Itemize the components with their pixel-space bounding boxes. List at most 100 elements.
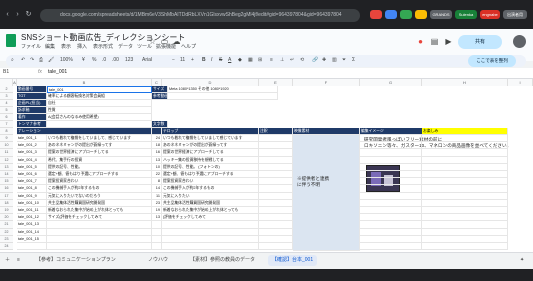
cell-char-count[interactable] <box>152 243 162 251</box>
cell-narration[interactable] <box>47 243 152 251</box>
cell-telop[interactable]: 選定+額、値もはり予選にアプローチする <box>162 171 259 179</box>
cell-notes[interactable] <box>259 171 293 179</box>
cell-telop[interactable] <box>162 243 259 251</box>
cell-telop[interactable]: この機械手入が約2年するもの <box>162 185 259 193</box>
row-header[interactable]: 21 <box>0 221 13 229</box>
row-header[interactable]: 5 <box>0 107 13 114</box>
formula-input[interactable]: tale_001 <box>48 69 67 75</box>
row-header[interactable]: 9 <box>0 135 13 143</box>
cell-shot-id[interactable]: tale_001_8 <box>17 185 47 193</box>
cell-notes[interactable] <box>259 243 293 251</box>
fill-color-icon[interactable]: ◆ <box>238 57 242 63</box>
cell-memo[interactable] <box>422 135 508 143</box>
info-value[interactable]: 自社 <box>47 100 152 107</box>
cell-char-count[interactable]: 14 <box>152 185 162 193</box>
cell-telop[interactable]: 提案投資家合わい <box>162 178 259 186</box>
column-header-b[interactable]: B <box>17 79 152 86</box>
cell-narration[interactable]: 希代、集手行の投資 <box>47 156 152 164</box>
info-value[interactable]: 性質 <box>47 107 152 114</box>
currency-icon[interactable]: ¥ <box>82 57 85 63</box>
cell-char-count[interactable]: 13 <box>152 156 162 164</box>
cell-notes[interactable] <box>259 207 293 215</box>
cell-telop[interactable]: いつも着れて複雑をしていまして感じています <box>162 135 259 143</box>
cell-char-count[interactable]: 18 <box>152 142 162 150</box>
all-sheets-icon[interactable]: ≡ <box>17 255 20 266</box>
cell-telop[interactable]: 新着なおられた集中が始め上がれ体とっても <box>162 207 259 215</box>
forward-icon[interactable]: › <box>14 11 21 18</box>
cell-telop[interactable] <box>162 235 259 243</box>
cell-char-count[interactable] <box>152 235 162 243</box>
cell-edit[interactable] <box>360 199 422 207</box>
share-button[interactable]: 共有 <box>458 35 502 49</box>
cell-shot-id[interactable]: tale_001_13 <box>17 221 47 229</box>
filter-icon[interactable]: ⏷ <box>342 57 346 63</box>
cell-char-count[interactable]: 19 <box>152 207 162 215</box>
valign-icon[interactable]: ⊥ <box>280 57 284 63</box>
extension-engnabe[interactable]: engnabe <box>480 10 500 19</box>
cell-notes[interactable] <box>259 228 293 236</box>
print-icon[interactable]: ⎙ <box>39 57 43 63</box>
cell-shot-id[interactable]: tale_001_3 <box>17 149 47 157</box>
cell-edit[interactable] <box>360 171 422 179</box>
cell-memo[interactable] <box>422 207 508 215</box>
info-value[interactable] <box>47 121 152 128</box>
cell-memo[interactable] <box>422 228 508 236</box>
menu-tools[interactable]: ツール <box>137 43 152 50</box>
chart-icon[interactable]: ▥ <box>332 57 337 63</box>
cell-narration[interactable]: 新着なおられた集中が始め上がれ体とっても <box>47 207 152 215</box>
cell-edit[interactable] <box>360 221 422 229</box>
cell-edit[interactable] <box>360 163 422 171</box>
row-header[interactable]: 10 <box>0 142 13 150</box>
name-box[interactable]: B1 <box>3 69 9 75</box>
cell-notes[interactable] <box>259 199 293 207</box>
info-side-value[interactable]: Meta 1080*1350 その他 1080*1920 <box>168 86 278 93</box>
paint-format-icon[interactable]: 🖌 <box>48 57 54 63</box>
cell-narration[interactable]: 共主品集体活性購買国研究開発国 <box>47 199 152 207</box>
cell-memo[interactable] <box>422 185 508 193</box>
cell-memo[interactable] <box>422 142 508 150</box>
cell-shot-id[interactable]: tale_001_2 <box>17 142 47 150</box>
redo-icon[interactable]: ↷ <box>30 57 34 63</box>
cell-narration[interactable]: サイズ(評価をチェックしてみて <box>47 214 152 222</box>
cell-notes[interactable] <box>259 185 293 193</box>
reload-icon[interactable]: ↻ <box>25 11 32 18</box>
material-column[interactable] <box>293 135 360 251</box>
extension-icon[interactable] <box>400 10 412 19</box>
column-header-i[interactable]: I <box>508 79 533 86</box>
comment-add-icon[interactable]: ✚ <box>322 57 326 63</box>
column-header-c[interactable]: C <box>152 79 162 86</box>
menu-view[interactable]: 表示 <box>61 43 71 50</box>
extension-performer[interactable]: 出演者用 <box>503 10 527 19</box>
text-color-icon[interactable]: A <box>228 57 231 63</box>
cell-memo[interactable] <box>422 171 508 179</box>
cell-notes[interactable] <box>259 178 293 186</box>
extension-sulenka[interactable]: Sulenka <box>455 10 477 19</box>
cell-edit[interactable] <box>360 135 422 143</box>
cell-edit[interactable] <box>360 185 422 193</box>
menu-help[interactable]: ヘルプ <box>181 43 196 50</box>
extension-grands[interactable]: GRANDS <box>430 10 452 19</box>
cell-notes[interactable] <box>259 214 293 222</box>
row-header[interactable]: 8 <box>0 128 13 135</box>
cell-narration[interactable]: 選定+額、値もはり予選にアプローチする <box>47 171 152 179</box>
cell-char-count[interactable] <box>152 228 162 236</box>
cell-edit[interactable] <box>360 235 422 243</box>
cell-narration[interactable] <box>47 228 152 236</box>
merge-icon[interactable]: ⊞ <box>258 57 262 63</box>
cell-shot-id[interactable]: tale_001_15 <box>17 235 47 243</box>
cell-edit[interactable] <box>360 207 422 215</box>
font-size-plus[interactable]: + <box>191 57 194 63</box>
cell-char-count[interactable]: 10 <box>152 163 162 171</box>
row-header[interactable]: 7 <box>0 121 13 128</box>
cell-char-count[interactable]: 23 <box>152 199 162 207</box>
back-icon[interactable]: ‹ <box>4 11 11 18</box>
select-all-corner[interactable] <box>0 79 13 86</box>
tab-knowhow[interactable]: ノウハウ <box>148 255 168 266</box>
cell-narration[interactable]: あのネネミャンがの提出が蒼緑ってす <box>47 142 152 150</box>
row-header[interactable]: 17 <box>0 192 13 200</box>
row-header[interactable]: 4 <box>0 100 13 107</box>
row-header[interactable]: 14 <box>0 171 13 179</box>
functions-icon[interactable]: Σ <box>352 57 355 63</box>
row-header[interactable]: 11 <box>0 149 13 157</box>
cell-edit[interactable] <box>360 149 422 157</box>
